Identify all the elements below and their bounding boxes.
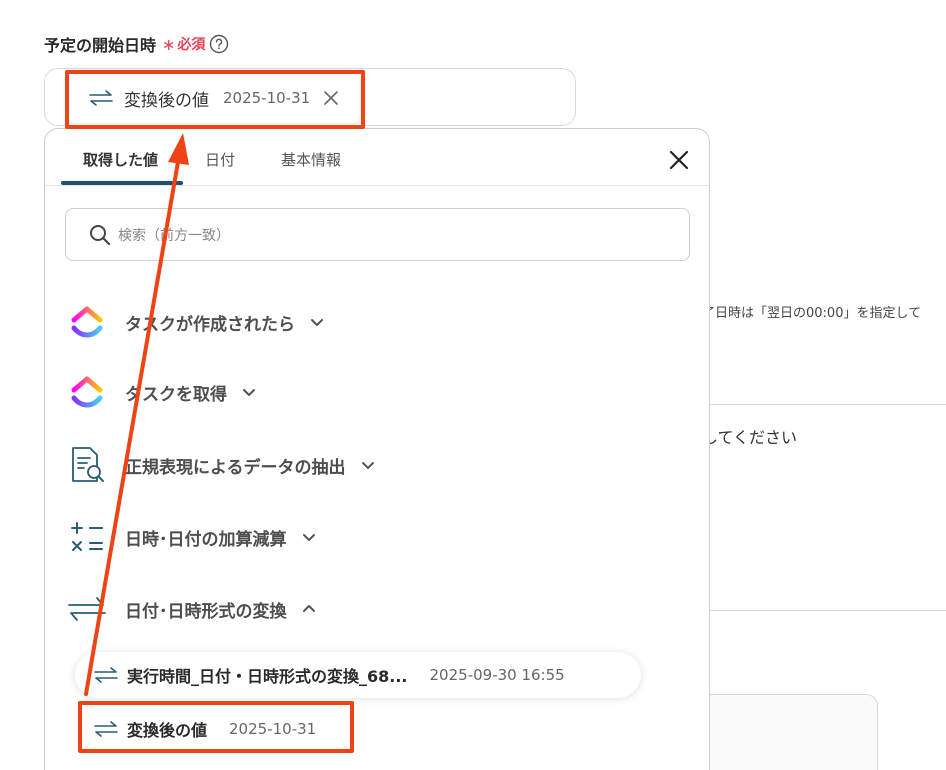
- divider: [700, 404, 946, 405]
- active-tab-indicator: [61, 181, 183, 185]
- background-input-box: [700, 694, 878, 770]
- convert-arrows-icon: [93, 720, 119, 738]
- value-item[interactable]: 変換後の値 2025-10-31: [81, 707, 316, 751]
- group-task-created[interactable]: タスクが作成されたら: [65, 300, 325, 344]
- item-date: 2025-10-31: [229, 720, 317, 738]
- chevron-up-icon: [301, 601, 317, 617]
- item-label: 変換後の値: [127, 721, 208, 740]
- required-star: ∗: [162, 34, 176, 54]
- tab-bar: 取得した値 日付 基本情報: [45, 129, 709, 186]
- background-instruction-text: してください: [702, 428, 798, 447]
- convert-arrows-icon: [93, 666, 119, 684]
- divider: [700, 610, 946, 611]
- value-item[interactable]: 実行時間_日付・日時形式の変換_68... 2025-09-30 16:55: [75, 652, 641, 698]
- search-icon: [88, 223, 112, 247]
- convert-arrows-icon: [65, 587, 109, 631]
- chevron-down-icon: [241, 384, 257, 400]
- group-label: 日付･日時形式の変換: [125, 601, 287, 622]
- item-date: 2025-09-30 16:55: [429, 666, 565, 684]
- group-datetime-add-subtract[interactable]: 日時･日付の加算減算: [65, 515, 317, 559]
- group-datetime-format-convert[interactable]: 日付･日時形式の変換: [65, 587, 317, 631]
- clickup-logo-icon: [65, 370, 109, 414]
- group-regex-extract[interactable]: 正規表現によるデータの抽出: [65, 443, 376, 487]
- tab-acquired-values[interactable]: 取得した値: [83, 149, 158, 170]
- chevron-down-icon: [301, 529, 317, 545]
- convert-arrows-icon: [88, 89, 114, 107]
- chevron-down-icon: [309, 314, 325, 330]
- tab-date[interactable]: 日付: [205, 149, 235, 170]
- document-search-icon: [65, 443, 109, 487]
- selected-value-chip[interactable]: 変換後の値 2025-10-31: [68, 73, 360, 123]
- search-placeholder: 検索（前方一致）: [118, 227, 230, 244]
- search-input[interactable]: 検索（前方一致）: [65, 208, 690, 261]
- remove-value-icon[interactable]: [322, 89, 340, 107]
- help-icon[interactable]: [209, 34, 229, 54]
- close-icon[interactable]: [667, 148, 691, 172]
- background-hint-text: 了日時は「翌日の00:00」を指定して: [702, 306, 922, 321]
- chip-label: 変換後の値: [124, 90, 209, 111]
- group-label: 正規表現によるデータの抽出: [125, 457, 346, 478]
- calculator-icon: [65, 515, 109, 559]
- group-label: タスクが作成されたら: [125, 314, 295, 335]
- clickup-logo-icon: [65, 300, 109, 344]
- item-label: 実行時間_日付・日時形式の変換_68...: [127, 667, 408, 686]
- group-label: タスクを取得: [125, 384, 227, 405]
- value-picker-dropdown: 取得した値 日付 基本情報 検索（前方一致） タスクが作成されたら タスクを取得…: [44, 128, 710, 770]
- group-label: 日時･日付の加算減算: [125, 529, 287, 550]
- chip-date: 2025-10-31: [223, 89, 311, 107]
- group-get-task[interactable]: タスクを取得: [65, 370, 257, 414]
- required-text: 必須: [177, 37, 206, 53]
- field-label-text: 予定の開始日時: [44, 36, 157, 55]
- chevron-down-icon: [360, 457, 376, 473]
- tab-basic-info[interactable]: 基本情報: [281, 149, 341, 170]
- field-label: 予定の開始日時 ∗ 必須: [44, 32, 229, 56]
